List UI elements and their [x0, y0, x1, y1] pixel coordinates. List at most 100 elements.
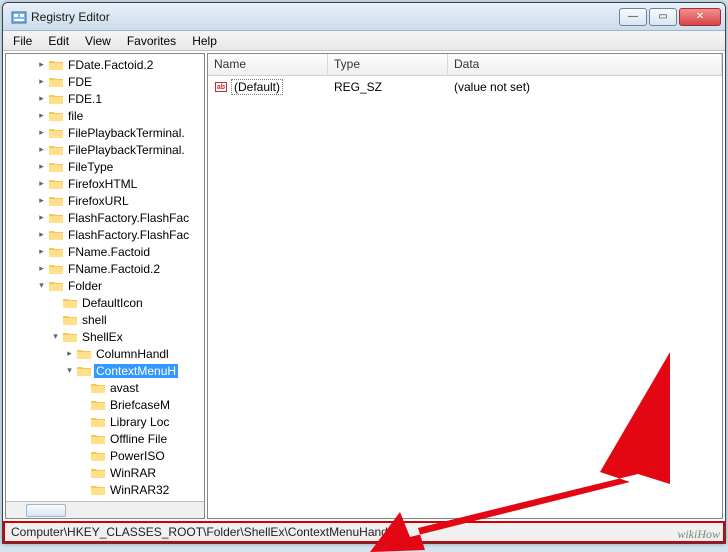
list-row[interactable]: ab(Default)REG_SZ(value not set): [208, 78, 722, 96]
tree-item-label: ContextMenuH: [94, 364, 178, 378]
expand-icon[interactable]: ▸: [36, 59, 47, 70]
column-data[interactable]: Data: [448, 54, 722, 75]
folder-icon: [49, 246, 63, 258]
value-type: REG_SZ: [328, 80, 448, 94]
watermark: wikiHow: [677, 527, 720, 542]
tree-item[interactable]: WinRAR32: [6, 481, 204, 498]
folder-icon: [91, 416, 105, 428]
folder-icon: [77, 365, 91, 377]
folder-icon: [49, 229, 63, 241]
statusbar: Computer\HKEY_CLASSES_ROOT\Folder\ShellE…: [3, 521, 725, 543]
menu-edit[interactable]: Edit: [40, 32, 77, 50]
tree-item[interactable]: ▸FName.Factoid: [6, 243, 204, 260]
tree-item[interactable]: avast: [6, 379, 204, 396]
collapse-icon[interactable]: ▾: [64, 365, 75, 376]
expand-icon[interactable]: ▸: [36, 195, 47, 206]
folder-icon: [91, 433, 105, 445]
tree-item[interactable]: ▸FDE: [6, 73, 204, 90]
column-name[interactable]: Name: [208, 54, 328, 75]
tree-item[interactable]: ▾ Folder: [6, 277, 204, 294]
folder-icon: [91, 382, 105, 394]
window-title: Registry Editor: [31, 10, 617, 24]
status-path: Computer\HKEY_CLASSES_ROOT\Folder\ShellE…: [11, 525, 407, 539]
folder-icon: [91, 399, 105, 411]
folder-icon: [49, 127, 63, 139]
tree-item[interactable]: ▸FlashFactory.FlashFac: [6, 209, 204, 226]
tree-item-label: Folder: [66, 279, 104, 293]
expand-icon[interactable]: ▸: [36, 161, 47, 172]
tree-horizontal-scrollbar[interactable]: [6, 501, 204, 518]
tree-item[interactable]: ▸ FDate.Factoid.2: [6, 56, 204, 73]
tree-item[interactable]: ▸FlashFactory.FlashFac: [6, 226, 204, 243]
tree-item[interactable]: ▸ FDE.1: [6, 90, 204, 107]
tree-item[interactable]: ▸ file: [6, 107, 204, 124]
folder-icon: [49, 263, 63, 275]
tree-item-label: Offline File: [108, 432, 169, 446]
tree-item[interactable]: ▸FilePlaybackTerminal.: [6, 124, 204, 141]
folder-icon: [49, 76, 63, 88]
scrollbar-thumb[interactable]: [26, 504, 66, 517]
string-value-icon: ab: [214, 80, 228, 94]
tree-item[interactable]: ▸ColumnHandl: [6, 345, 204, 362]
folder-icon: [49, 178, 63, 190]
list-body[interactable]: ab(Default)REG_SZ(value not set): [208, 76, 722, 518]
tree-item-label: file: [66, 109, 85, 123]
tree-item[interactable]: Offline File: [6, 430, 204, 447]
tree-item[interactable]: Library Loc: [6, 413, 204, 430]
tree-item-label: WinRAR: [108, 466, 158, 480]
expand-icon[interactable]: ▸: [36, 229, 47, 240]
menu-favorites[interactable]: Favorites: [119, 32, 184, 50]
collapse-icon[interactable]: ▾: [50, 331, 61, 342]
tree-item[interactable]: shell: [6, 311, 204, 328]
menu-view[interactable]: View: [77, 32, 119, 50]
folder-icon: [91, 450, 105, 462]
tree-item-label: FDate.Factoid.2: [66, 58, 155, 72]
value-data: (value not set): [448, 80, 722, 94]
tree-item-label: FileType: [66, 160, 115, 174]
tree-item-label: FName.Factoid.2: [66, 262, 162, 276]
folder-icon: [77, 348, 91, 360]
folder-icon: [49, 110, 63, 122]
tree-item[interactable]: ▸ FName.Factoid.2: [6, 260, 204, 277]
titlebar[interactable]: Registry Editor — ▭ ✕: [3, 3, 725, 31]
tree-item-label: DefaultIcon: [80, 296, 145, 310]
column-type[interactable]: Type: [328, 54, 448, 75]
tree-item[interactable]: DefaultIcon: [6, 294, 204, 311]
tree-item-label: FDE.1: [66, 92, 104, 106]
maximize-button[interactable]: ▭: [649, 8, 677, 26]
expand-icon[interactable]: ▸: [36, 127, 47, 138]
tree-item-label: avast: [108, 381, 141, 395]
tree-item-label: BriefcaseM: [108, 398, 172, 412]
expand-icon[interactable]: ▸: [64, 348, 75, 359]
expand-icon[interactable]: ▸: [36, 144, 47, 155]
expand-icon[interactable]: ▸: [36, 212, 47, 223]
tree-item[interactable]: WinRAR: [6, 464, 204, 481]
folder-icon: [49, 280, 63, 292]
tree-item[interactable]: ▾ShellEx: [6, 328, 204, 345]
menu-help[interactable]: Help: [184, 32, 225, 50]
expand-icon[interactable]: ▸: [36, 110, 47, 121]
expand-icon[interactable]: ▸: [36, 263, 47, 274]
close-button[interactable]: ✕: [679, 8, 721, 26]
folder-icon: [63, 314, 77, 326]
tree-item[interactable]: ▸FirefoxHTML: [6, 175, 204, 192]
menu-file[interactable]: File: [5, 32, 40, 50]
tree-item[interactable]: ▾ ContextMenuH: [6, 362, 204, 379]
expand-icon[interactable]: ▸: [36, 76, 47, 87]
tree-view[interactable]: ▸FDate.Factoid.2▸FDE▸FDE.1▸file▸FilePlay…: [6, 54, 204, 501]
expand-icon[interactable]: ▸: [36, 246, 47, 257]
expand-icon[interactable]: ▸: [36, 178, 47, 189]
tree-item-label: PowerISO: [108, 449, 167, 463]
tree-item-label: Library Loc: [108, 415, 171, 429]
tree-item[interactable]: PowerISO: [6, 447, 204, 464]
tree-item[interactable]: ▸FilePlaybackTerminal.: [6, 141, 204, 158]
folder-icon: [49, 144, 63, 156]
expand-icon[interactable]: ▸: [36, 93, 47, 104]
tree-item-label: FirefoxURL: [66, 194, 131, 208]
collapse-icon[interactable]: ▾: [36, 280, 47, 291]
tree-item[interactable]: ▸ FileType: [6, 158, 204, 175]
folder-icon: [63, 331, 77, 343]
tree-item[interactable]: BriefcaseM: [6, 396, 204, 413]
tree-item[interactable]: ▸ FirefoxURL: [6, 192, 204, 209]
minimize-button[interactable]: —: [619, 8, 647, 26]
